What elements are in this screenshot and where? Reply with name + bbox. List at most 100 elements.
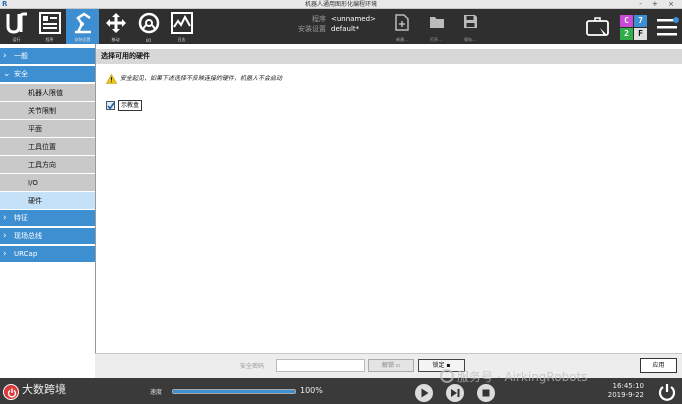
- teach-pendant-label[interactable]: 示教盒: [118, 100, 143, 111]
- chevron-down-icon: ⌄: [3, 69, 11, 79]
- run-tab[interactable]: 运行: [0, 9, 33, 44]
- program-tab-label: 程序: [45, 37, 54, 42]
- installation-tab[interactable]: 安装设置: [66, 9, 99, 44]
- save-button[interactable]: 保存...: [455, 12, 485, 44]
- new-file-icon: [395, 14, 409, 31]
- checkmark-icon: [107, 102, 115, 110]
- log-icon: [171, 12, 193, 34]
- chevron-right-icon: ›: [3, 231, 7, 241]
- clock-time: 16:45:10: [612, 382, 644, 390]
- chevron-right-icon: ›: [3, 249, 7, 259]
- watermark-text: 服务号 · AirkingRobots: [457, 370, 588, 384]
- io-tab[interactable]: I/O: [132, 9, 165, 44]
- window-title: 机器人通用图形化编程环境: [304, 1, 377, 8]
- sidebar-item-label: 机器人限值: [28, 89, 63, 97]
- clock-date: 2019-9-22: [607, 391, 644, 399]
- save-icon: [464, 15, 477, 28]
- shutdown-icon[interactable]: [658, 383, 676, 401]
- program-tab[interactable]: 程序: [33, 9, 66, 44]
- wechat-watermark: 服务号 · AirkingRobots: [440, 368, 587, 385]
- sidebar-item-hardware[interactable]: 硬件: [0, 192, 95, 210]
- play-button[interactable]: [415, 384, 433, 402]
- sidebar-item-label: 工具方向: [28, 161, 56, 169]
- sidebar-item-io[interactable]: I/O: [0, 174, 95, 192]
- warning-icon: [106, 74, 117, 84]
- apply-button[interactable]: 应用: [640, 358, 677, 373]
- polyscope-window: R 机器人通用图形化编程环境 - + × 运行 程序 安装设置 移动 I/O 日…: [0, 0, 682, 404]
- program-info-labels: 程序 安装设置: [290, 14, 326, 34]
- warning-text: 安全起见，如果下述选择不反映连接的硬件，机器人不会启动: [120, 75, 283, 82]
- unlock-icon: ▫: [394, 362, 400, 369]
- sidebar-section-label: 一般: [14, 52, 28, 60]
- program-icon: [39, 12, 61, 34]
- stop-icon: [482, 389, 490, 397]
- sidebar-item-joint-limits[interactable]: 关节限制: [0, 102, 95, 120]
- program-label: 程序: [312, 15, 326, 23]
- installation-value: default*: [331, 25, 360, 33]
- password-input[interactable]: [276, 359, 365, 372]
- badge-c-number: 7: [634, 15, 647, 27]
- move-tab[interactable]: 移动: [99, 9, 132, 44]
- step-button[interactable]: [446, 384, 464, 402]
- sidebar-item-tool-position[interactable]: 工具位置: [0, 138, 95, 156]
- sidebar-section-general[interactable]: › 一般: [0, 48, 95, 65]
- open-button[interactable]: 打开...: [421, 12, 451, 44]
- sidebar-item-robot-limits[interactable]: 机器人限值: [0, 84, 95, 102]
- hamburger-menu-icon[interactable]: [657, 17, 679, 37]
- new-button[interactable]: 新建...: [387, 12, 417, 44]
- window-controls[interactable]: - + ×: [639, 0, 678, 9]
- safety-checksum-badges[interactable]: C 7 2 F: [620, 15, 648, 41]
- stop-button[interactable]: [477, 384, 495, 402]
- sidebar-section-fieldbus[interactable]: › 现场总线: [0, 228, 95, 245]
- run-tab-label: 运行: [12, 37, 21, 42]
- installation-label: 安装设置: [298, 25, 326, 33]
- sidebar-item-label: 关节限制: [28, 107, 56, 115]
- title-bar: R 机器人通用图形化编程环境 - + ×: [0, 0, 682, 9]
- new-button-label: 新建...: [396, 37, 408, 42]
- clock: 16:45:10 2019-9-22: [598, 382, 644, 400]
- io-icon: [138, 12, 160, 34]
- log-tab[interactable]: 日志: [165, 9, 198, 44]
- robot-power-button[interactable]: [3, 384, 19, 400]
- log-tab-label: 日志: [177, 37, 186, 42]
- sidebar-item-tool-direction[interactable]: 工具方向: [0, 156, 95, 174]
- safety-password-bar: 安全密码 解锁 ▫ 锁定 ▪ 应用: [95, 353, 682, 378]
- folder-icon: [430, 17, 444, 28]
- sidebar-section-label: 现场总线: [14, 232, 42, 240]
- installation-tab-label: 安装设置: [74, 37, 91, 42]
- wechat-icon: [440, 369, 454, 383]
- move-icon: [106, 13, 126, 33]
- sidebar-item-label: 平面: [28, 125, 42, 133]
- top-toolbar: 运行 程序 安装设置 移动 I/O 日志 程序 安装设置 <unnamed> d…: [0, 9, 682, 44]
- program-info-values: <unnamed> default*: [331, 14, 376, 34]
- hardware-panel: 选择可用的硬件 安全起见，如果下述选择不反映连接的硬件，机器人不会启动 示教盒: [95, 44, 682, 378]
- sidebar-section-label: URCap: [14, 250, 38, 258]
- chevron-right-icon: ›: [3, 213, 7, 223]
- sidebar-section-label: 特征: [14, 214, 28, 222]
- sidebar-section-features[interactable]: › 特征: [0, 210, 95, 227]
- chevron-right-icon: ›: [3, 51, 7, 61]
- unlock-button-label: 解锁: [382, 362, 395, 369]
- speed-slider[interactable]: [172, 389, 296, 394]
- sidebar-item-label: 工具位置: [28, 143, 56, 151]
- sidebar-item-label: 硬件: [28, 197, 42, 205]
- step-icon: [451, 389, 460, 397]
- unlock-button[interactable]: 解锁 ▫: [368, 359, 414, 372]
- brand-watermark: 大数跨境: [22, 383, 66, 396]
- play-icon: [421, 388, 429, 398]
- power-icon: [7, 388, 17, 398]
- move-tab-label: 移动: [111, 37, 120, 42]
- sidebar-section-urcap[interactable]: › URCap: [0, 246, 95, 263]
- sidebar-section-safety[interactable]: ⌄ 安全: [0, 66, 95, 83]
- sidebar-item-planes[interactable]: 平面: [0, 120, 95, 138]
- save-button-label: 保存...: [464, 37, 476, 42]
- badge-c: C: [620, 15, 633, 27]
- badge-two: 2: [620, 28, 633, 40]
- badge-f: F: [634, 28, 647, 40]
- ur-logo-icon: [6, 12, 27, 34]
- remote-control-icon[interactable]: [586, 17, 610, 37]
- panel-title: 选择可用的硬件: [96, 49, 682, 64]
- teach-pendant-checkbox[interactable]: [106, 101, 115, 110]
- speed-label: 速度: [150, 389, 163, 396]
- speed-percent: 100%: [300, 386, 323, 395]
